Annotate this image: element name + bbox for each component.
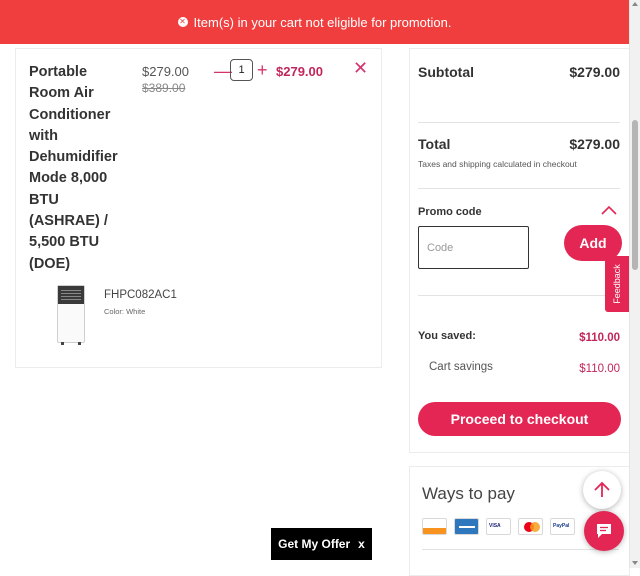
scrollbar-thumb[interactable]: [632, 120, 638, 270]
quantity-input[interactable]: 1: [230, 59, 253, 81]
offer-close-button[interactable]: x: [358, 537, 365, 551]
cart-savings-label: Cart savings: [429, 361, 493, 373]
cart-savings-value: $110.00: [579, 363, 620, 375]
subtotal-label: Subtotal: [418, 64, 474, 80]
divider: [422, 549, 619, 550]
total-row: Total $279.00: [418, 136, 620, 152]
amex-icon: [454, 518, 479, 535]
total-value: $279.00: [569, 136, 620, 152]
divider: [418, 188, 620, 189]
payment-methods: VISA PayPal: [422, 518, 575, 535]
arrow-up-icon: [594, 481, 610, 497]
promo-code-input[interactable]: [418, 226, 529, 269]
product-sku: FHPC082AC1: [104, 289, 177, 301]
proceed-to-checkout-button[interactable]: Proceed to checkout: [418, 402, 621, 436]
error-circle-icon: ✕: [177, 17, 188, 27]
visa-icon: VISA: [486, 518, 511, 535]
subtotal-value: $279.00: [569, 64, 620, 80]
tax-note: Taxes and shipping calculated in checkou…: [418, 159, 577, 169]
page-scrollbar[interactable]: [629, 0, 640, 568]
feedback-label: Feedback: [612, 264, 622, 304]
discover-icon: [422, 518, 447, 535]
ways-to-pay-title: Ways to pay: [422, 484, 515, 503]
chat-bubble-icon: [597, 524, 611, 538]
chevron-up-icon[interactable]: [600, 201, 618, 219]
chat-button[interactable]: [584, 511, 624, 551]
divider: [418, 122, 620, 123]
feedback-tab[interactable]: Feedback: [605, 256, 629, 312]
close-icon: ✕: [353, 58, 369, 78]
mastercard-icon: [518, 518, 543, 535]
scroll-up-arrow-icon[interactable]: [632, 2, 638, 6]
remove-item-button[interactable]: ✕: [353, 58, 368, 79]
you-saved-value: $110.00: [579, 332, 620, 344]
promo-code-label: Promo code: [418, 206, 482, 218]
cart-item-card: Portable Room Air Conditioner with Dehum…: [15, 48, 382, 368]
product-image[interactable]: [57, 285, 85, 345]
paypal-icon: PayPal: [550, 518, 575, 535]
banner-message: Item(s) in your cart not eligible for pr…: [193, 14, 452, 30]
promotion-alert-banner: ✕ Item(s) in your cart not eligible for …: [0, 0, 629, 44]
scroll-to-top-button[interactable]: [583, 471, 621, 509]
subtotal-row: Subtotal $279.00: [418, 64, 620, 80]
scroll-down-arrow-icon[interactable]: [632, 561, 638, 565]
order-summary-card: Subtotal $279.00 Total $279.00 Taxes and…: [409, 48, 630, 453]
you-saved-label: You saved:: [418, 330, 476, 342]
product-price: $279.00: [142, 64, 189, 79]
offer-label: Get My Offer: [278, 537, 351, 551]
get-my-offer-button[interactable]: Get My Offer x: [271, 528, 372, 560]
divider: [418, 295, 620, 296]
original-price: $389.00: [142, 81, 186, 95]
product-title[interactable]: Portable Room Air Conditioner with Dehum…: [29, 62, 129, 275]
line-total: $279.00: [276, 64, 323, 79]
product-color: Color: White: [104, 307, 146, 316]
total-label: Total: [418, 136, 451, 152]
increase-quantity-button[interactable]: +: [257, 60, 268, 81]
